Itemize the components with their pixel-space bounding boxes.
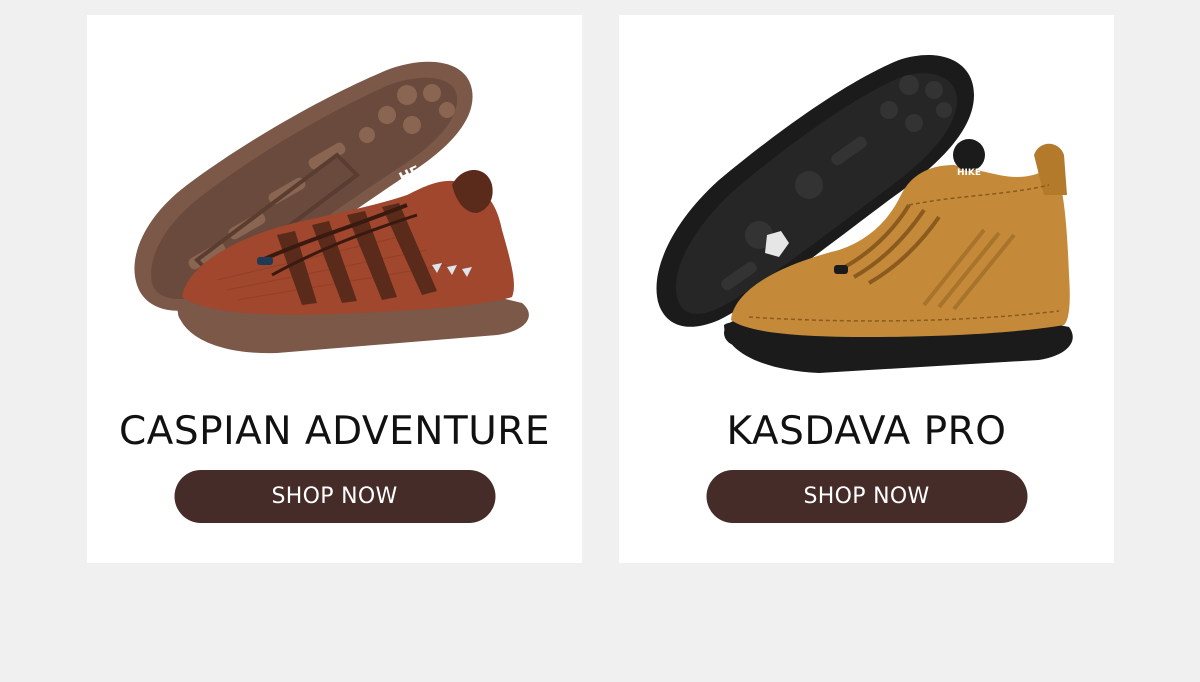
shop-now-button[interactable]: SHOP NOW xyxy=(706,470,1027,523)
shoe-illustration-tan-boot: HIKE xyxy=(656,55,1073,373)
shop-now-button[interactable]: SHOP NOW xyxy=(174,470,495,523)
product-title: CASPIAN ADVENTURE xyxy=(118,409,551,454)
product-title: KASDAVA PRO xyxy=(726,409,1007,454)
product-image-caspian-adventure[interactable]: HF xyxy=(107,35,562,405)
product-image-kasdava-pro[interactable]: HIKE xyxy=(639,35,1094,405)
shoe-illustration-brown: HF xyxy=(134,61,529,354)
product-card-caspian[interactable]: HF CASPIAN ADVENTURE SHOP NOW xyxy=(87,15,582,563)
product-card-kasdava[interactable]: HIKE KASDAVA PRO SHOP NOW xyxy=(619,15,1114,563)
tongue-logo-text: HIKE xyxy=(957,168,981,178)
